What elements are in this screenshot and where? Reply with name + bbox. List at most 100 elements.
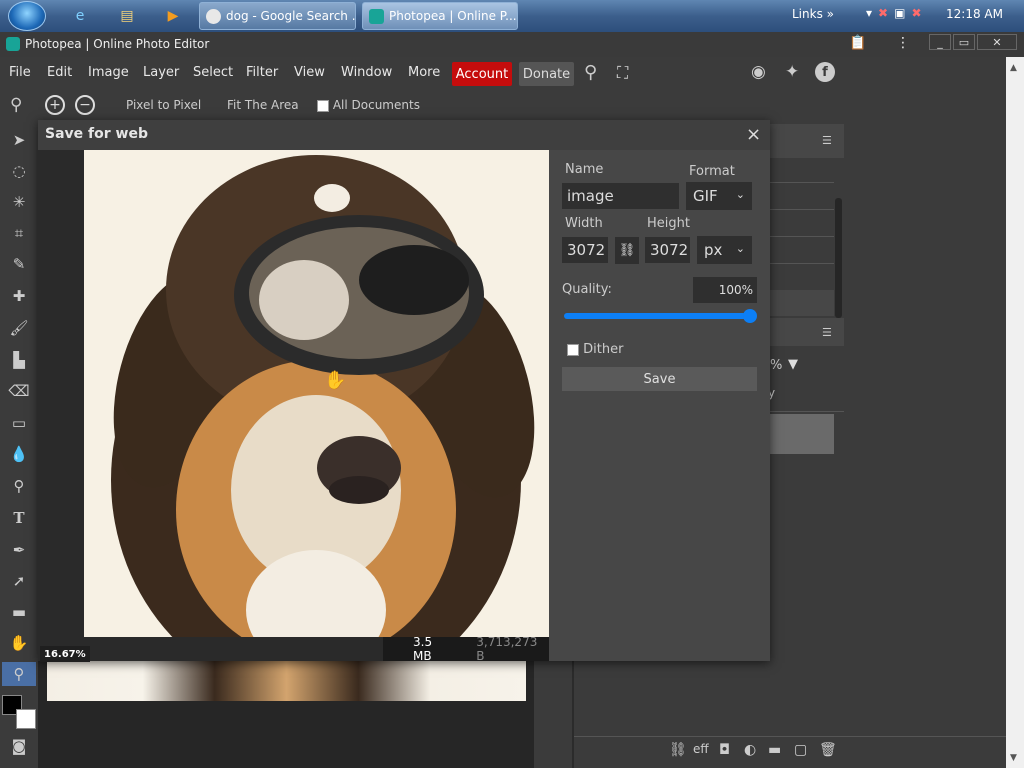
- close-window-button[interactable]: ✕: [977, 34, 1017, 50]
- system-tray: ▾ ✖ ▣ ✖: [866, 6, 922, 20]
- pen-tool-icon[interactable]: ✒: [7, 538, 31, 562]
- preview-image[interactable]: [84, 150, 549, 637]
- dodge-tool-icon[interactable]: ⚲: [7, 474, 31, 498]
- media-player-icon[interactable]: ▶: [163, 6, 183, 26]
- donate-button[interactable]: Donate: [519, 62, 574, 86]
- fit-the-area-button[interactable]: Fit The Area: [227, 98, 299, 112]
- twitter-icon[interactable]: ✦: [785, 62, 799, 82]
- menu-image[interactable]: Image: [88, 65, 129, 80]
- scroll-up-icon[interactable]: ▲: [1010, 63, 1017, 73]
- eyedropper-icon[interactable]: ✎: [7, 252, 31, 276]
- delete-layer-icon[interactable]: 🗑: [819, 742, 837, 758]
- quality-input[interactable]: 100%: [693, 277, 757, 303]
- name-label: Name: [565, 162, 604, 177]
- start-button[interactable]: [8, 1, 46, 31]
- network-icon[interactable]: ✖: [878, 6, 888, 20]
- quick-mask-icon[interactable]: ◙: [7, 734, 31, 758]
- new-folder-icon[interactable]: ▬: [768, 742, 781, 758]
- gradient-tool-icon[interactable]: ▭: [7, 411, 31, 435]
- reddit-icon[interactable]: ◉: [751, 62, 766, 82]
- clock[interactable]: 12:18 AM: [946, 7, 1003, 21]
- layers-menu-icon[interactable]: ☰: [822, 326, 832, 339]
- checkbox-box[interactable]: [317, 99, 329, 112]
- move-tool-icon[interactable]: ➤: [7, 128, 31, 152]
- all-documents-checkbox[interactable]: All Documents: [317, 98, 420, 112]
- mask-icon[interactable]: ◘: [719, 742, 730, 758]
- facebook-icon[interactable]: f: [815, 62, 835, 82]
- account-button[interactable]: Account: [452, 62, 512, 86]
- panel-row[interactable]: [770, 290, 834, 316]
- pixel-to-pixel-button[interactable]: Pixel to Pixel: [126, 98, 201, 112]
- eraser-tool-icon[interactable]: ⌫: [7, 379, 31, 403]
- blur-tool-icon[interactable]: 💧: [7, 442, 31, 466]
- marquee-tool-icon[interactable]: ◌: [7, 159, 31, 183]
- save-button[interactable]: Save: [562, 367, 757, 391]
- adjustment-icon[interactable]: ◐: [744, 742, 756, 758]
- link-layers-icon[interactable]: ⛓: [669, 742, 687, 758]
- quality-slider-knob[interactable]: [743, 309, 757, 323]
- format-select[interactable]: GIF ⌄: [686, 182, 752, 210]
- canvas-image-behind[interactable]: [47, 660, 526, 701]
- panel-menu-icon[interactable]: ☰: [822, 134, 832, 147]
- height-input[interactable]: 3072: [645, 237, 690, 263]
- volume-icon[interactable]: ✖: [911, 6, 921, 20]
- magic-wand-icon[interactable]: ✳: [7, 190, 31, 214]
- link-dimensions-icon[interactable]: ⛓: [615, 237, 639, 264]
- checkbox-box[interactable]: [567, 343, 579, 356]
- dialog-header[interactable]: Save for web ×: [38, 120, 770, 150]
- photopea-logo-icon: [6, 37, 20, 51]
- type-tool-icon[interactable]: T: [7, 506, 31, 530]
- close-icon[interactable]: ×: [746, 124, 761, 145]
- preview-area[interactable]: 16.67% 3.5 MB 3,713,273 B: [38, 150, 549, 663]
- links-toolbar[interactable]: Links »: [792, 7, 834, 21]
- menu-select[interactable]: Select: [193, 65, 233, 80]
- menu-file[interactable]: File: [9, 65, 31, 80]
- unit-select[interactable]: px ⌄: [697, 236, 752, 264]
- healing-brush-icon[interactable]: ✚: [7, 284, 31, 308]
- task-photopea[interactable]: Photopea | Online P...: [362, 2, 518, 30]
- search-icon[interactable]: ⚲: [584, 62, 597, 83]
- stamp-tool-icon[interactable]: ▙: [7, 348, 31, 372]
- menu-view[interactable]: View: [294, 65, 325, 80]
- name-input[interactable]: image: [562, 183, 679, 209]
- task-google-search[interactable]: dog - Google Search ...: [199, 2, 356, 30]
- shape-tool-icon[interactable]: ▬: [7, 600, 31, 624]
- scroll-down-icon[interactable]: ▼: [1010, 753, 1017, 763]
- links-label: Links: [792, 7, 823, 21]
- dither-checkbox[interactable]: Dither: [567, 342, 623, 357]
- zoom-out-icon[interactable]: −: [75, 95, 95, 115]
- zoom-tool-selected-icon[interactable]: ⚲: [2, 662, 36, 686]
- restore-button[interactable]: ▭: [953, 34, 975, 50]
- page-scrollbar[interactable]: ▲ ▼: [1006, 57, 1024, 768]
- background-color-swatch[interactable]: [16, 709, 36, 729]
- effects-icon[interactable]: eff: [693, 742, 709, 756]
- chevron-down-icon: ⌄: [735, 242, 745, 255]
- path-select-icon[interactable]: ➚: [7, 569, 31, 593]
- folder-icon[interactable]: ▤: [117, 6, 137, 26]
- file-size-bar: 3.5 MB 3,713,273 B: [383, 635, 549, 663]
- zoom-in-icon[interactable]: +: [45, 95, 65, 115]
- panel-scrollbar[interactable]: [835, 198, 842, 318]
- hand-tool-icon[interactable]: ✋: [7, 631, 31, 655]
- minimize-button[interactable]: _: [929, 34, 951, 50]
- fullscreen-icon[interactable]: ⛶: [617, 63, 628, 83]
- tray-arrow-icon[interactable]: ▾: [866, 6, 872, 20]
- clipboard-icon[interactable]: 📋: [849, 35, 866, 51]
- menu-filter[interactable]: Filter: [246, 65, 278, 80]
- new-layer-icon[interactable]: ▢: [794, 742, 807, 758]
- crop-tool-icon[interactable]: ⌗: [7, 221, 31, 245]
- layer-row-selected[interactable]: [770, 414, 834, 454]
- menu-window[interactable]: Window: [341, 65, 392, 80]
- quality-slider-track[interactable]: [564, 313, 750, 319]
- more-vert-icon[interactable]: ⋮: [896, 35, 910, 51]
- menu-layer[interactable]: Layer: [143, 65, 179, 80]
- menu-edit[interactable]: Edit: [47, 65, 72, 80]
- display-icon[interactable]: ▣: [894, 6, 905, 20]
- height-label: Height: [647, 216, 690, 231]
- width-input[interactable]: 3072: [562, 237, 608, 263]
- menu-more[interactable]: More: [408, 65, 440, 80]
- brush-tool-icon[interactable]: 🖌: [7, 316, 31, 340]
- opacity-dropdown-icon[interactable]: ▼: [788, 357, 798, 372]
- hand-cursor-icon: ✋: [324, 370, 347, 391]
- internet-explorer-icon[interactable]: e: [70, 6, 90, 26]
